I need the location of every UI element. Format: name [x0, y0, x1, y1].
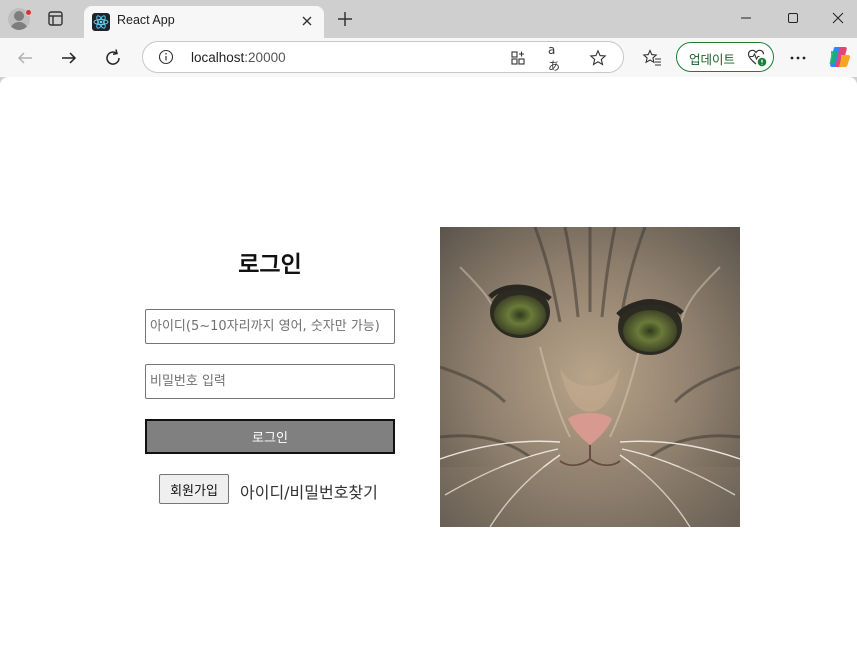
tab-actions-icon[interactable] [46, 10, 66, 28]
password-input[interactable] [145, 364, 395, 399]
page-viewport: 로그인 로그인 회원가입 아이디/비밀번호찾기 [0, 77, 857, 672]
read-aloud-icon[interactable]: aあ [548, 43, 566, 73]
favorites-icon[interactable] [640, 46, 664, 70]
copilot-icon[interactable] [828, 45, 852, 69]
back-icon[interactable] [13, 46, 37, 70]
url-host: localhost [191, 50, 245, 65]
maximize-icon[interactable] [782, 8, 804, 28]
minimize-icon[interactable] [735, 8, 757, 28]
url-port: :20000 [244, 50, 286, 65]
notification-dot [25, 9, 32, 16]
heartbeat-icon [747, 48, 767, 72]
url-text: localhost:20000 [191, 50, 286, 65]
close-icon[interactable] [298, 12, 316, 30]
refresh-icon[interactable] [101, 46, 125, 70]
star-icon[interactable] [589, 49, 607, 67]
login-button[interactable]: 로그인 [145, 419, 395, 454]
id-input[interactable] [145, 309, 395, 344]
tab-title: React App [117, 13, 175, 27]
address-bar[interactable]: localhost:20000 aあ [142, 41, 624, 73]
update-button[interactable]: 업데이트 [676, 42, 774, 72]
update-label: 업데이트 [689, 52, 736, 67]
browser-toolbar: localhost:20000 aあ 업데이트 [0, 38, 857, 77]
tab-react-app[interactable]: React App [84, 6, 324, 38]
plus-icon[interactable] [335, 9, 355, 29]
cat-image [440, 227, 740, 527]
app-icon[interactable] [509, 49, 527, 67]
login-title: 로그인 [238, 252, 302, 278]
tab-strip: React App [0, 0, 857, 38]
forward-icon[interactable] [57, 46, 81, 70]
signup-button[interactable]: 회원가입 [159, 474, 229, 504]
window-close-icon[interactable] [827, 8, 849, 28]
react-favicon [92, 13, 110, 31]
info-icon[interactable] [158, 49, 174, 69]
more-icon[interactable] [786, 46, 810, 70]
find-account-link[interactable]: 아이디/비밀번호찾기 [240, 479, 378, 503]
